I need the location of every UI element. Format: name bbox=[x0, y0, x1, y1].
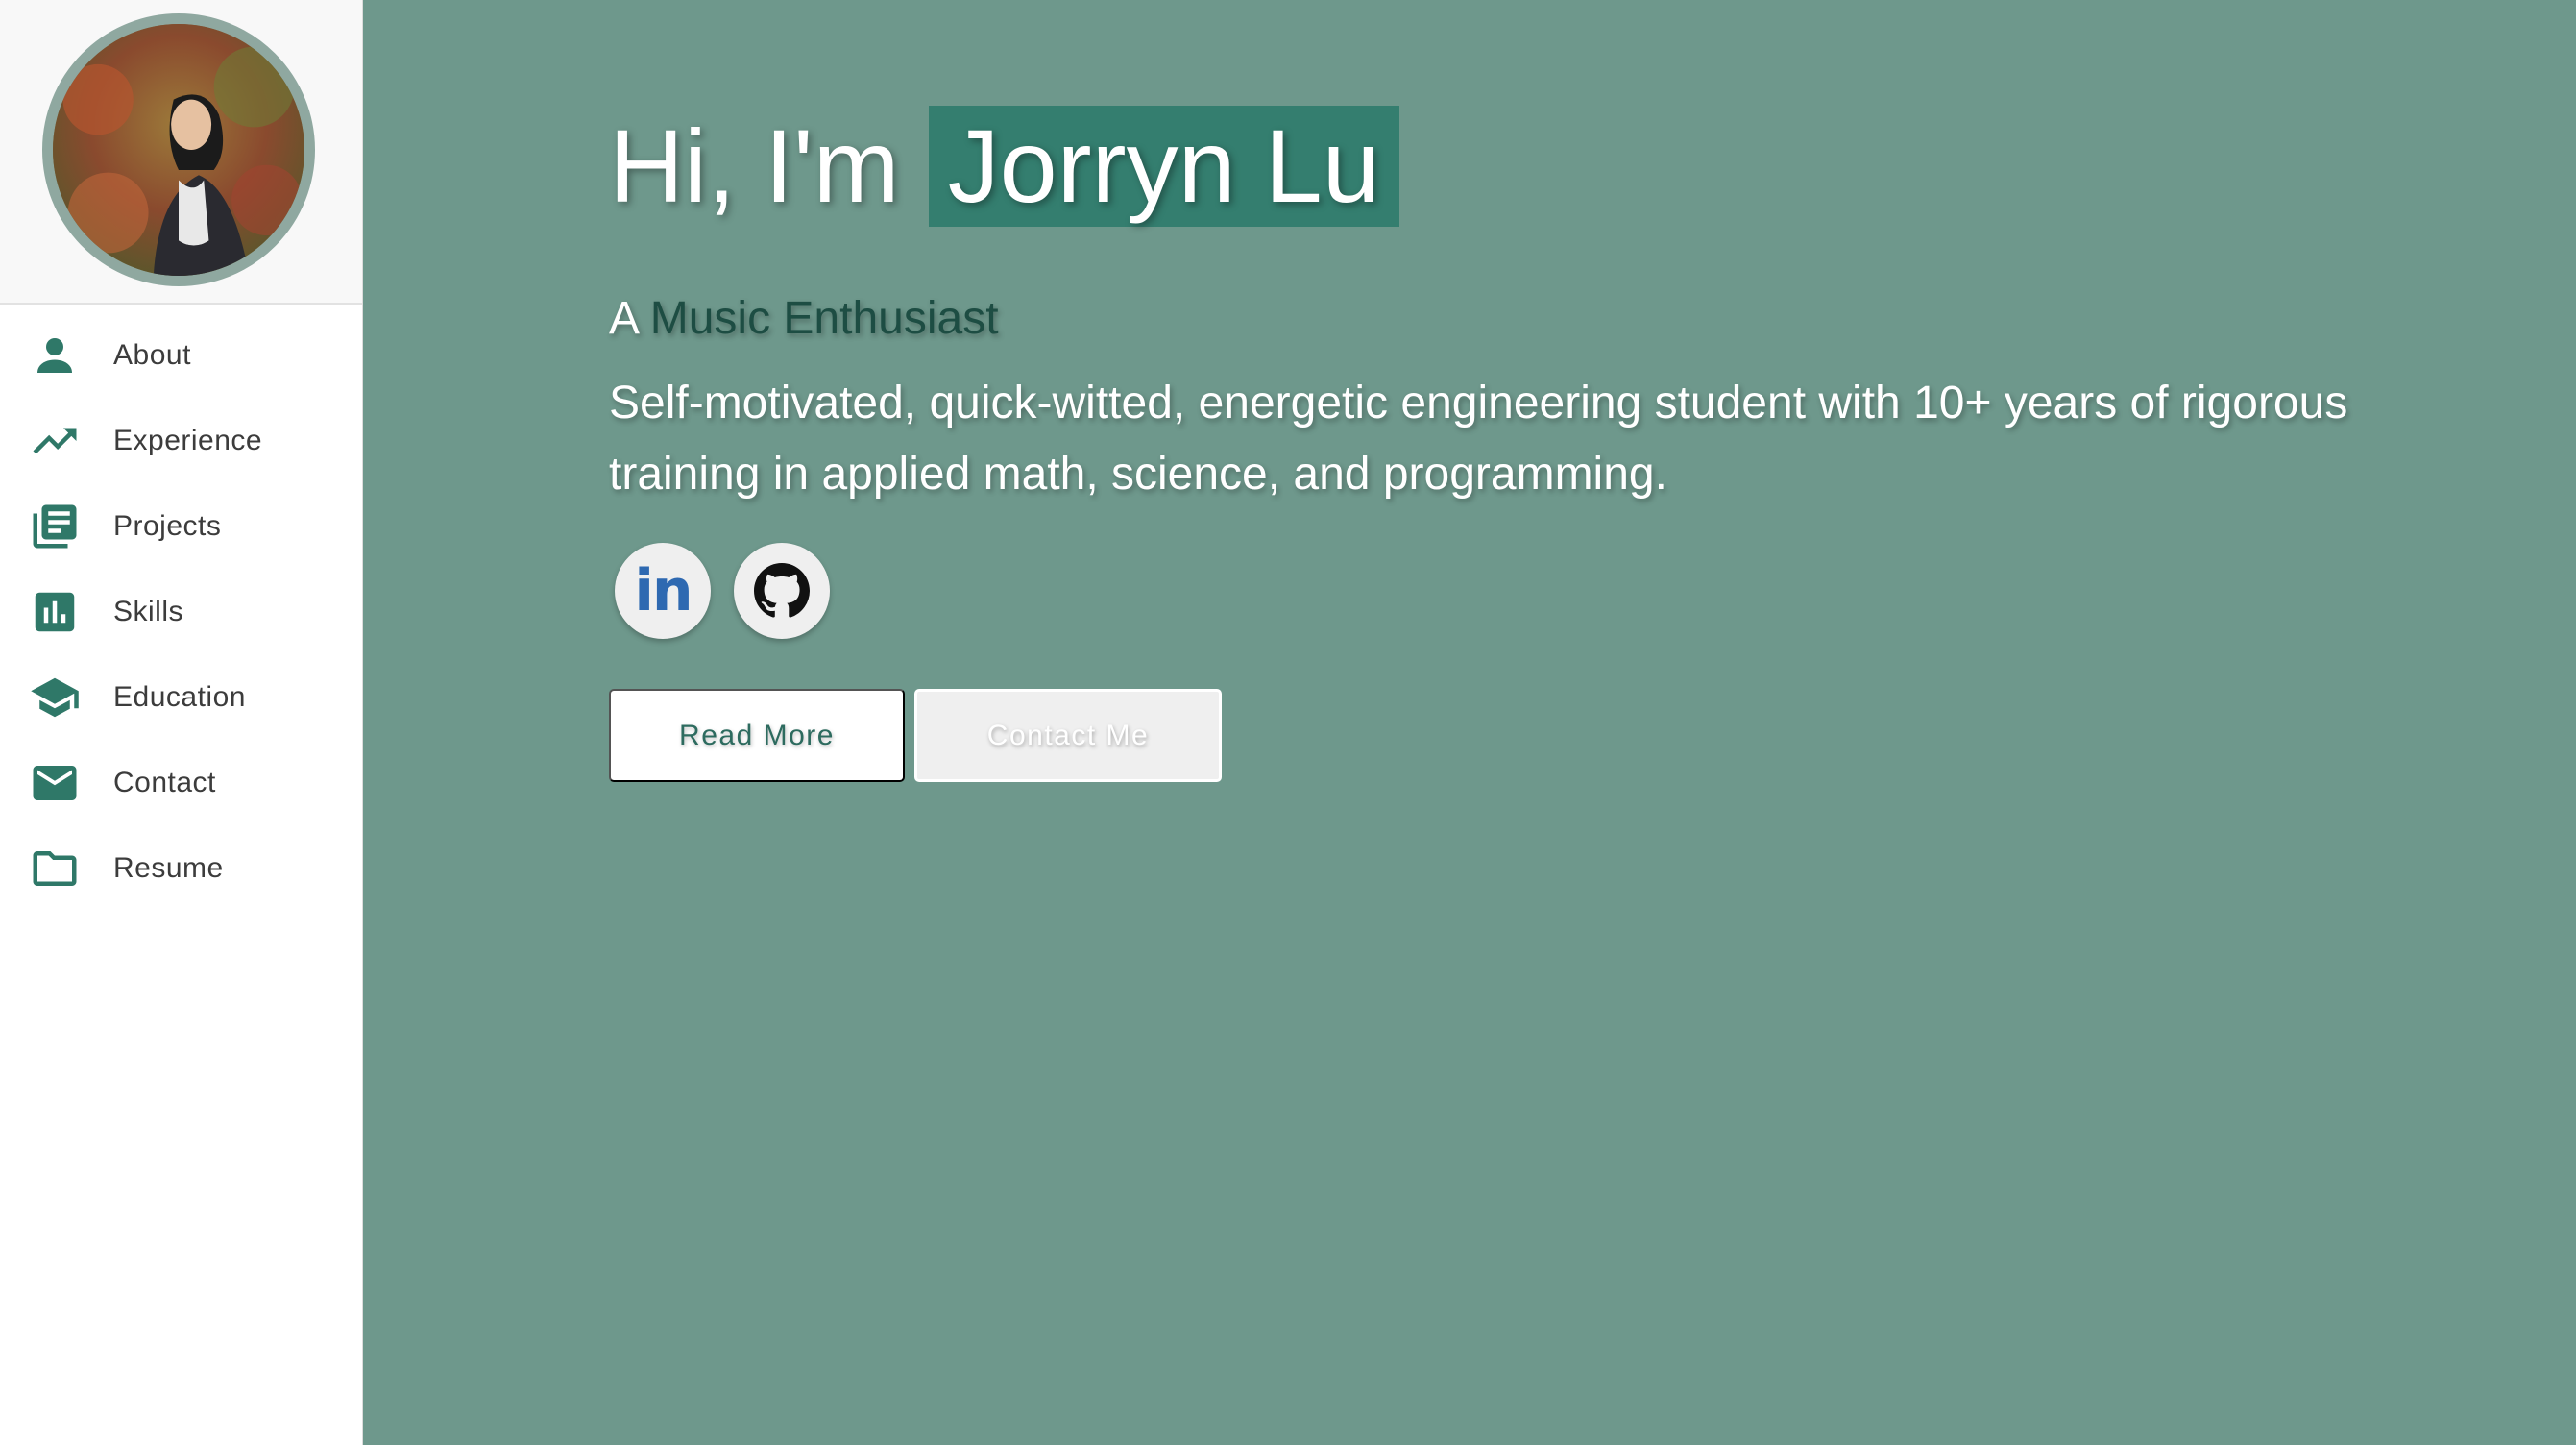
action-buttons: Read More Contact Me bbox=[609, 689, 2491, 782]
avatar bbox=[42, 13, 315, 286]
sidebar-item-education[interactable]: Education bbox=[0, 654, 362, 740]
sidebar-item-label: Experience bbox=[113, 424, 263, 456]
sidebar-item-about[interactable]: About bbox=[0, 312, 362, 398]
social-links: in bbox=[609, 543, 2491, 639]
bar-chart-icon bbox=[29, 586, 81, 638]
sidebar: About Experience Projects Skills Educati… bbox=[0, 0, 363, 1445]
page-title: Hi, I'm Jorryn Lu bbox=[609, 106, 2491, 227]
greeting-text: Hi, I'm bbox=[609, 108, 900, 224]
github-button[interactable] bbox=[734, 543, 830, 639]
trending-up-icon bbox=[29, 415, 81, 467]
profile-header bbox=[0, 0, 362, 305]
sidebar-item-experience[interactable]: Experience bbox=[0, 398, 362, 483]
sidebar-item-label: About bbox=[113, 338, 191, 371]
sidebar-item-skills[interactable]: Skills bbox=[0, 569, 362, 654]
documents-icon bbox=[29, 501, 81, 552]
linkedin-icon: in bbox=[634, 557, 693, 625]
graduation-cap-icon bbox=[29, 672, 81, 723]
tagline: A Music Enthusiast bbox=[609, 292, 2491, 345]
sidebar-item-label: Resume bbox=[113, 851, 224, 884]
sidebar-item-resume[interactable]: Resume bbox=[0, 825, 362, 911]
hero-section: Hi, I'm Jorryn Lu A Music Enthusiast Sel… bbox=[609, 106, 2491, 782]
sidebar-item-label: Contact bbox=[113, 766, 216, 798]
person-icon bbox=[29, 330, 81, 381]
main-content: Hi, I'm Jorryn Lu A Music Enthusiast Sel… bbox=[363, 0, 2576, 1445]
sidebar-item-contact[interactable]: Contact bbox=[0, 740, 362, 825]
name-highlight: Jorryn Lu bbox=[928, 106, 1399, 227]
sidebar-item-label: Skills bbox=[113, 595, 184, 627]
sidebar-item-label: Education bbox=[113, 680, 246, 713]
github-icon bbox=[754, 563, 810, 618]
bio-text: Self-motivated, quick-witted, energetic … bbox=[609, 378, 2348, 500]
sidebar-nav: About Experience Projects Skills Educati… bbox=[0, 305, 362, 911]
sidebar-item-label: Projects bbox=[113, 509, 222, 542]
linkedin-button[interactable]: in bbox=[615, 543, 711, 639]
role-text: Music Enthusiast bbox=[649, 293, 999, 344]
sidebar-item-projects[interactable]: Projects bbox=[0, 483, 362, 569]
tagline-prefix: A bbox=[609, 293, 638, 344]
folder-icon bbox=[29, 843, 81, 894]
mail-icon bbox=[29, 757, 81, 809]
contact-me-button[interactable]: Contact Me bbox=[914, 689, 1222, 782]
read-more-button[interactable]: Read More bbox=[609, 689, 905, 782]
